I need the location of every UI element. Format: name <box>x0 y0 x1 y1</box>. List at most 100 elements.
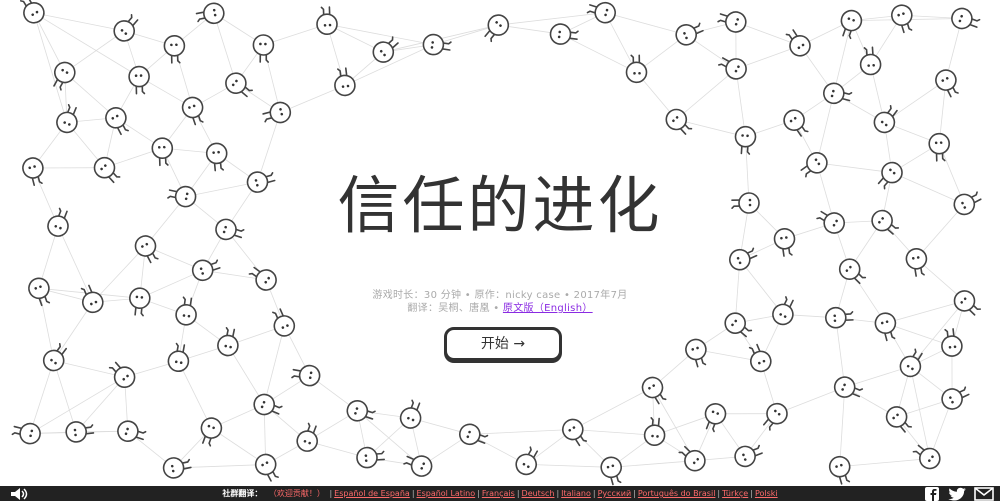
network-link <box>75 376 125 433</box>
link-separator: | <box>717 489 721 498</box>
character-icon <box>254 453 279 482</box>
character-icon <box>205 142 228 172</box>
network-link <box>526 464 612 468</box>
network-link <box>29 360 55 434</box>
character-icon <box>163 34 186 64</box>
community-translations: 社群翻译： （欢迎贡献！） | Español de España | Español… <box>0 487 1000 500</box>
language-link[interactable]: Français <box>482 489 515 498</box>
start-button[interactable]: 开始 → <box>444 327 562 361</box>
character-icon <box>167 342 190 373</box>
network-link <box>676 68 737 120</box>
network-link <box>257 112 281 183</box>
character-icon <box>773 228 796 257</box>
character-icon <box>874 312 897 342</box>
character-icon <box>941 386 970 410</box>
character-icon <box>953 290 982 316</box>
language-link[interactable]: Italiano <box>561 489 591 498</box>
network-link <box>910 300 965 367</box>
network-link <box>33 12 125 32</box>
twitter-icon[interactable] <box>948 487 968 501</box>
network-link <box>185 181 258 197</box>
facebook-icon[interactable] <box>922 487 942 501</box>
character-icon <box>685 338 707 368</box>
character-icon <box>253 393 283 416</box>
character-icon <box>935 69 959 98</box>
character-icon <box>217 327 239 357</box>
character-icon <box>291 364 321 387</box>
network-links <box>29 12 965 469</box>
character-icon <box>800 152 828 178</box>
character-icon <box>316 6 338 36</box>
character-icon <box>134 235 159 264</box>
character-icon <box>833 376 864 398</box>
character-icon <box>785 29 811 57</box>
language-link[interactable]: Español Latino <box>417 489 476 498</box>
character-icon <box>42 343 68 372</box>
character-icon <box>296 422 319 452</box>
character-icon <box>484 14 510 43</box>
character-icon <box>561 418 588 447</box>
character-icon <box>838 258 867 285</box>
network-link <box>611 460 695 468</box>
character-icon <box>816 210 846 234</box>
character-icon <box>724 312 753 338</box>
character-icon <box>458 423 489 446</box>
character-icon <box>728 247 758 271</box>
character-icon <box>899 348 923 378</box>
character-icon <box>772 296 794 326</box>
character-icon <box>718 57 747 80</box>
network-link <box>816 162 893 173</box>
character-icon <box>22 157 44 187</box>
link-separator: | <box>477 489 480 498</box>
language-link[interactable]: Español de España <box>334 489 410 498</box>
character-icon <box>151 137 174 167</box>
character-icon <box>859 46 882 76</box>
language-link[interactable]: Türkçe <box>722 489 748 498</box>
character-icon <box>734 125 757 155</box>
character-icon <box>56 103 78 134</box>
language-link[interactable]: Português do Brasil <box>638 489 716 498</box>
translations-label: 社群翻译： <box>222 489 263 498</box>
contribute-link[interactable]: （欢迎贡献！） <box>269 489 325 498</box>
network-link <box>833 20 852 94</box>
character-icon <box>928 132 951 162</box>
network-link <box>839 387 846 467</box>
character-icon <box>828 455 851 485</box>
character-icon <box>246 171 276 193</box>
language-link[interactable]: Русский <box>598 489 632 498</box>
character-icon <box>515 446 539 476</box>
character-icon <box>905 247 928 277</box>
language-link[interactable]: Deutsch <box>522 489 555 498</box>
character-icon <box>252 34 275 63</box>
character-icon <box>334 67 356 97</box>
character-icon <box>675 22 704 46</box>
language-link[interactable]: Polski <box>755 489 778 498</box>
link-separator: | <box>633 489 636 498</box>
character-icon <box>20 0 45 24</box>
network-link <box>605 12 687 36</box>
link-separator: | <box>592 489 596 498</box>
character-icon <box>717 11 747 33</box>
character-icon <box>586 1 617 24</box>
link-separator: | <box>750 489 753 498</box>
character-icon <box>643 417 666 447</box>
email-icon[interactable] <box>974 487 994 501</box>
character-icon <box>704 402 727 433</box>
character-icon <box>953 191 982 216</box>
network-link <box>839 458 930 468</box>
character-icon <box>641 376 667 405</box>
link-separator: | <box>329 489 333 498</box>
character-icon <box>890 4 913 34</box>
character-icon <box>731 192 760 214</box>
footer-bar: 社群翻译： （欢迎贡献！） | Español de España | Español… <box>0 486 1000 501</box>
character-icon <box>181 96 204 126</box>
character-icon <box>873 104 898 134</box>
network-link <box>916 204 965 260</box>
character-icon <box>262 101 292 124</box>
character-network-background <box>11 0 982 486</box>
character-icon <box>47 207 69 237</box>
network-link <box>53 360 77 433</box>
character-icon <box>93 156 121 184</box>
character-icon <box>191 259 221 282</box>
character-icon <box>824 306 854 329</box>
